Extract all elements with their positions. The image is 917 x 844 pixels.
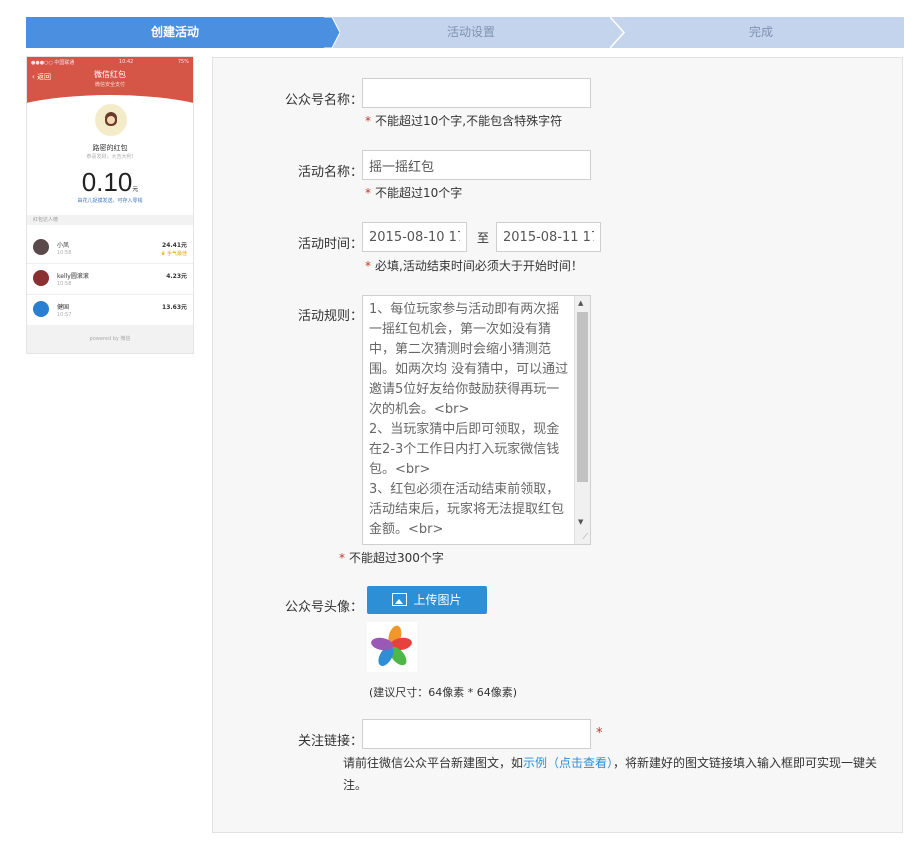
end-time-input[interactable] (496, 222, 601, 252)
preview-list-item: 小凤 10:58 24.41元 ♛ 手气最佳 (27, 233, 193, 264)
preview-title: 微信红包 (94, 70, 126, 79)
step-complete[interactable]: 完成 (618, 17, 904, 48)
petal-logo-icon (371, 625, 412, 666)
upload-image-button[interactable]: 上传图片 (367, 586, 487, 614)
preview-sender-name: 路密的红包 (92, 144, 128, 152)
avatar (33, 301, 49, 317)
follow-link-label: 关注链接： (297, 734, 363, 749)
scroll-up-icon[interactable]: ▲ (578, 299, 583, 307)
avatar-size-note: (建议尺寸：64像素 * 64像素) (369, 686, 518, 699)
preview-list-item: 健国 10:57 13.63元 (27, 295, 193, 326)
time-separator: 至 (477, 231, 490, 245)
preview-list-header: 红包达人榜 (27, 215, 193, 225)
account-logo (367, 622, 417, 672)
preview-note: 由花儿捉摸发送，可存入零钱 (77, 198, 143, 204)
avatar (33, 239, 49, 255)
start-time-input[interactable] (362, 222, 467, 252)
account-name-input[interactable] (362, 78, 591, 108)
step-create-activity[interactable]: 创建活动 (26, 17, 324, 48)
step-arrow-icon (324, 17, 340, 48)
activity-time-label: 活动时间： (297, 237, 363, 252)
image-icon (392, 593, 408, 606)
avatar-label: 公众号头像： (284, 600, 363, 615)
preview-footer: powered by 微信 (27, 325, 193, 353)
rules-scrollbar[interactable]: ▲ ▼ (574, 296, 590, 544)
follow-link-input[interactable] (362, 719, 591, 749)
activity-time-hint: * 必填,活动结束时间必须大于开始时间！ (365, 259, 583, 273)
preview-amount: 0.10元 (81, 167, 139, 197)
scroll-down-icon[interactable]: ▼ (578, 518, 583, 526)
phone-preview: ●●●○○ 中国联通 10:42 75% ‹ 返回 微信红包 微信安全支付 路密… (26, 56, 194, 354)
preview-status-bar: ●●●○○ 中国联通 10:42 75% (31, 59, 189, 66)
rules-hint: * 不能超过300个字 (339, 551, 444, 565)
best-luck-badge: ♛ 手气最佳 (160, 251, 187, 257)
preview-avatar (93, 102, 129, 138)
account-name-label: 公众号名称： (284, 93, 363, 108)
account-name-hint: * 不能超过10个字,不能包含特殊字符 (365, 114, 563, 128)
activity-name-input[interactable] (362, 150, 591, 180)
resize-handle-icon[interactable]: ⟋ (582, 532, 588, 542)
rules-textarea[interactable]: 1、每位玩家参与活动即有两次摇一摇红包机会，第一次如没有猜中，第二次猜测时会缩小… (362, 295, 591, 545)
form-panel: 公众号名称： *不能超过10个字,不能包含特殊字符 活动名称： *不能超过10个… (212, 57, 903, 833)
rules-label: 活动规则： (297, 309, 363, 324)
scroll-thumb[interactable] (577, 312, 588, 482)
rules-text[interactable]: 1、每位玩家参与活动即有两次摇一摇红包机会，第一次如没有猜中，第二次猜测时会缩小… (369, 300, 569, 540)
preview-subtitle: 微信安全支付 (94, 82, 125, 88)
preview-list-item: kelly圆滚滚 10:58 4.23元 (27, 264, 193, 295)
required-star: * (596, 726, 603, 741)
follow-link-tip: 请前往微信公众平台新建图文，如示例（点击查看），将新建好的图文链接填入输入框即可… (343, 756, 878, 792)
step-activity-settings[interactable]: 活动设置 (324, 17, 618, 48)
avatar (33, 270, 49, 286)
activity-name-hint: * 不能超过10个字 (365, 186, 463, 200)
example-link[interactable]: 示例（点击查看） (523, 756, 613, 770)
progress-steps: 创建活动 活动设置 完成 (26, 17, 904, 48)
step-arrow-icon (610, 17, 626, 48)
preview-wish: 恭喜发财，大吉大利! (86, 154, 134, 160)
activity-name-label: 活动名称： (297, 165, 363, 180)
